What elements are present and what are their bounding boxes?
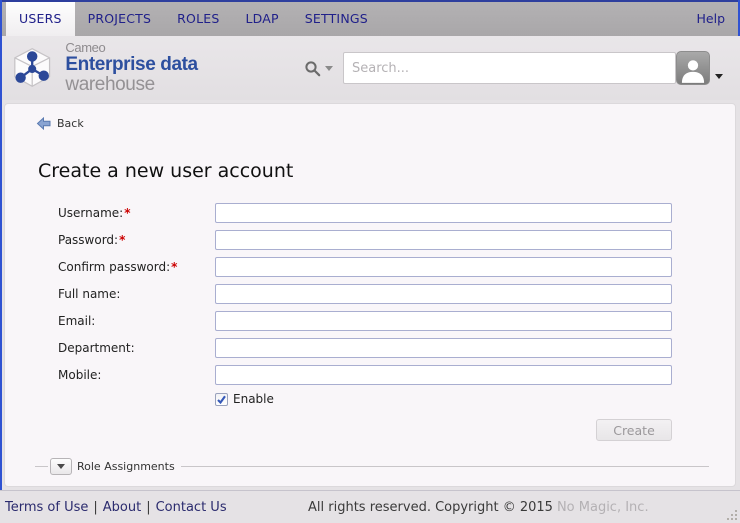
role-divider-start (35, 466, 48, 467)
field-label: Department: (58, 341, 215, 355)
field-label: Email: (58, 314, 215, 328)
footer-link-about[interactable]: About (103, 500, 141, 515)
required-marker: * (124, 206, 130, 220)
resize-grip[interactable] (727, 510, 738, 521)
app-logo: Cameo Enterprise data warehouse (10, 41, 284, 95)
nav-tab-settings[interactable]: SETTINGS (292, 2, 381, 36)
triangle-down-icon (57, 464, 65, 469)
back-link[interactable]: Back (36, 117, 84, 130)
role-divider-end (181, 466, 709, 467)
enable-row: Enable (215, 392, 735, 406)
form-row: Full name: (5, 284, 735, 304)
nav-tabs: USERSPROJECTSROLESLDAPSETTINGS (2, 2, 381, 36)
enable-checkbox[interactable] (215, 393, 228, 406)
form-row: Password:* (5, 230, 735, 250)
department-input[interactable] (215, 338, 672, 358)
window-border-top (0, 0, 740, 2)
form-row: Department: (5, 338, 735, 358)
nav-tab-users[interactable]: USERS (6, 2, 75, 36)
role-assignments-toggle[interactable] (50, 458, 72, 475)
field-label: Confirm password:* (58, 260, 215, 274)
company-link[interactable]: No Magic, Inc. (557, 500, 649, 515)
logo-title-light: warehouse (65, 74, 154, 95)
main-nav: USERSPROJECTSROLESLDAPSETTINGS Help (0, 0, 740, 36)
field-label: Username:* (58, 206, 215, 220)
footer-link-terms-of-use[interactable]: Terms of Use (5, 500, 88, 515)
nav-tab-roles[interactable]: ROLES (164, 2, 232, 36)
search-scope-dropdown[interactable] (325, 66, 333, 71)
password-input[interactable] (215, 230, 672, 250)
arrow-left-icon (36, 117, 51, 130)
username-input[interactable] (215, 203, 672, 223)
content-panel: Back Create a new user account Username:… (4, 103, 736, 487)
field-label: Password:* (58, 233, 215, 247)
search-area (304, 52, 676, 84)
logo-text: Cameo Enterprise data warehouse (65, 41, 284, 95)
copyright-text: All rights reserved. Copyright © 2015 No … (308, 500, 649, 515)
mobile-input[interactable] (215, 365, 672, 385)
field-label: Full name: (58, 287, 215, 301)
nav-tab-ldap[interactable]: LDAP (232, 2, 291, 36)
search-input[interactable] (343, 52, 676, 84)
check-icon (216, 394, 227, 405)
app-footer: Terms of Use | About | Contact Us All rights… (0, 490, 740, 523)
cube-molecule-logo-icon (10, 45, 54, 91)
help-link[interactable]: Help (684, 2, 739, 36)
user-form: Username:* Password:* Confirm password:* Fu… (5, 203, 735, 385)
email-input[interactable] (215, 311, 672, 331)
copyright-label: All rights reserved. Copyright © 2015 (308, 500, 553, 515)
field-label: Mobile: (58, 368, 215, 382)
app-header: Cameo Enterprise data warehouse (0, 36, 740, 100)
back-label: Back (57, 117, 84, 130)
enable-checkbox-label: Enable (233, 392, 274, 406)
page-title: Create a new user account (38, 160, 735, 182)
nav-tab-projects[interactable]: PROJECTS (75, 2, 165, 36)
footer-links: Terms of Use | About | Contact Us (5, 500, 227, 515)
footer-link-separator: | (146, 500, 150, 515)
create-row: Create (5, 419, 672, 441)
form-row: Mobile: (5, 365, 735, 385)
role-assignments-section: Role Assignments (35, 458, 709, 475)
logo-title-bold: Enterprise data (65, 54, 197, 75)
full-name-input[interactable] (215, 284, 672, 304)
user-menu-button[interactable] (676, 51, 710, 85)
logo-product-name: Cameo (65, 41, 284, 55)
confirm-password-input[interactable] (215, 257, 672, 277)
form-row: Confirm password:* (5, 257, 735, 277)
form-row: Username:* (5, 203, 735, 223)
footer-link-separator: | (93, 500, 97, 515)
role-assignments-label: Role Assignments (77, 460, 175, 473)
user-menu-caret[interactable] (715, 74, 723, 79)
form-row: Email: (5, 311, 735, 331)
required-marker: * (119, 233, 125, 247)
footer-link-contact-us[interactable]: Contact Us (156, 500, 227, 515)
create-button[interactable]: Create (596, 419, 672, 441)
user-menu (676, 51, 723, 85)
window-border-left (0, 0, 2, 490)
required-marker: * (171, 260, 177, 274)
user-avatar-icon (679, 56, 707, 84)
magnifier-icon (304, 60, 321, 77)
search-button[interactable] (304, 60, 321, 77)
